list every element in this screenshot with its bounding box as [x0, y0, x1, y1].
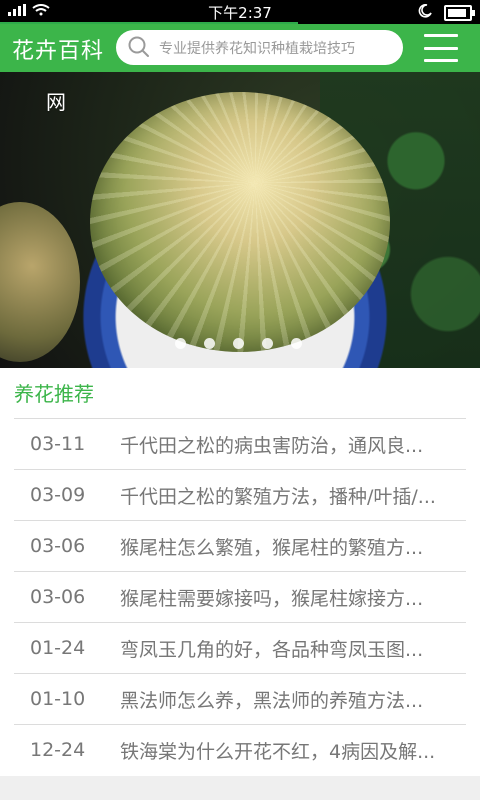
banner-cactus-image — [90, 92, 390, 352]
moon-icon — [418, 3, 432, 22]
item-title[interactable]: 弯凤玉几角的好，各品种弯凤玉图... — [120, 635, 460, 662]
list-item[interactable]: 03-09 千代田之松的繁殖方法，播种/叶插/... — [14, 469, 466, 520]
search-bar[interactable]: 专业提供养花知识种植栽培技巧 — [116, 30, 403, 65]
carousel-dot[interactable] — [233, 338, 244, 349]
status-right — [418, 3, 475, 22]
item-title[interactable]: 黑法师怎么养，黑法师的养殖方法... — [120, 686, 460, 713]
carousel-dots[interactable] — [175, 338, 302, 349]
site-logo[interactable]: 花卉百科 — [12, 33, 104, 65]
battery-fill — [448, 8, 466, 17]
bottom-strip — [0, 776, 480, 800]
item-title[interactable]: 猴尾柱需要嫁接吗，猴尾柱嫁接方... — [120, 584, 460, 611]
carousel-dot[interactable] — [262, 338, 273, 349]
item-title[interactable]: 千代田之松的病虫害防治，通风良... — [120, 431, 460, 458]
item-date: 03-06 — [30, 535, 86, 557]
status-time: 下午2:37 — [208, 4, 272, 22]
item-date: 03-09 — [30, 484, 86, 506]
list-item[interactable]: 03-06 猴尾柱需要嫁接吗，猴尾柱嫁接方... — [14, 571, 466, 622]
status-bar: 下午2:37 — [0, 0, 480, 24]
item-date: 03-06 — [30, 586, 86, 608]
hero-banner[interactable]: 网 — [0, 72, 480, 368]
list-item[interactable]: 03-06 猴尾柱怎么繁殖，猴尾柱的繁殖方... — [14, 520, 466, 571]
item-title[interactable]: 铁海棠为什么开花不红，4病因及解... — [120, 737, 460, 764]
list-item[interactable]: 12-24 铁海棠为什么开花不红，4病因及解... — [14, 724, 466, 775]
menu-line — [424, 59, 458, 62]
item-date: 01-10 — [30, 688, 86, 710]
app-header: 花卉百科 专业提供养花知识种植栽培技巧 — [0, 24, 480, 72]
section-title: 养花推荐 — [14, 382, 94, 406]
list-item[interactable]: 01-10 黑法师怎么养，黑法师的养殖方法... — [14, 673, 466, 724]
item-title[interactable]: 猴尾柱怎么繁殖，猴尾柱的繁殖方... — [120, 533, 460, 560]
article-list: 03-11 千代田之松的病虫害防治，通风良... 03-09 千代田之松的繁殖方… — [14, 418, 466, 775]
carousel-dot[interactable] — [175, 338, 186, 349]
item-date: 12-24 — [30, 739, 86, 761]
item-date: 03-11 — [30, 433, 86, 455]
carousel-dot[interactable] — [291, 338, 302, 349]
item-date: 01-24 — [30, 637, 86, 659]
menu-line — [424, 46, 458, 50]
banner-watermark: 网 — [46, 90, 66, 114]
menu-line — [424, 34, 458, 37]
carousel-dot[interactable] — [204, 338, 215, 349]
item-title[interactable]: 千代田之松的繁殖方法，播种/叶插/... — [120, 482, 460, 509]
search-icon[interactable] — [125, 33, 155, 63]
search-input[interactable]: 专业提供养花知识种植栽培技巧 — [159, 38, 355, 58]
list-item[interactable]: 01-24 弯凤玉几角的好，各品种弯凤玉图... — [14, 622, 466, 673]
menu-icon[interactable] — [424, 34, 458, 62]
list-item[interactable]: 03-11 千代田之松的病虫害防治，通风良... — [14, 418, 466, 469]
battery-icon — [444, 4, 475, 21]
